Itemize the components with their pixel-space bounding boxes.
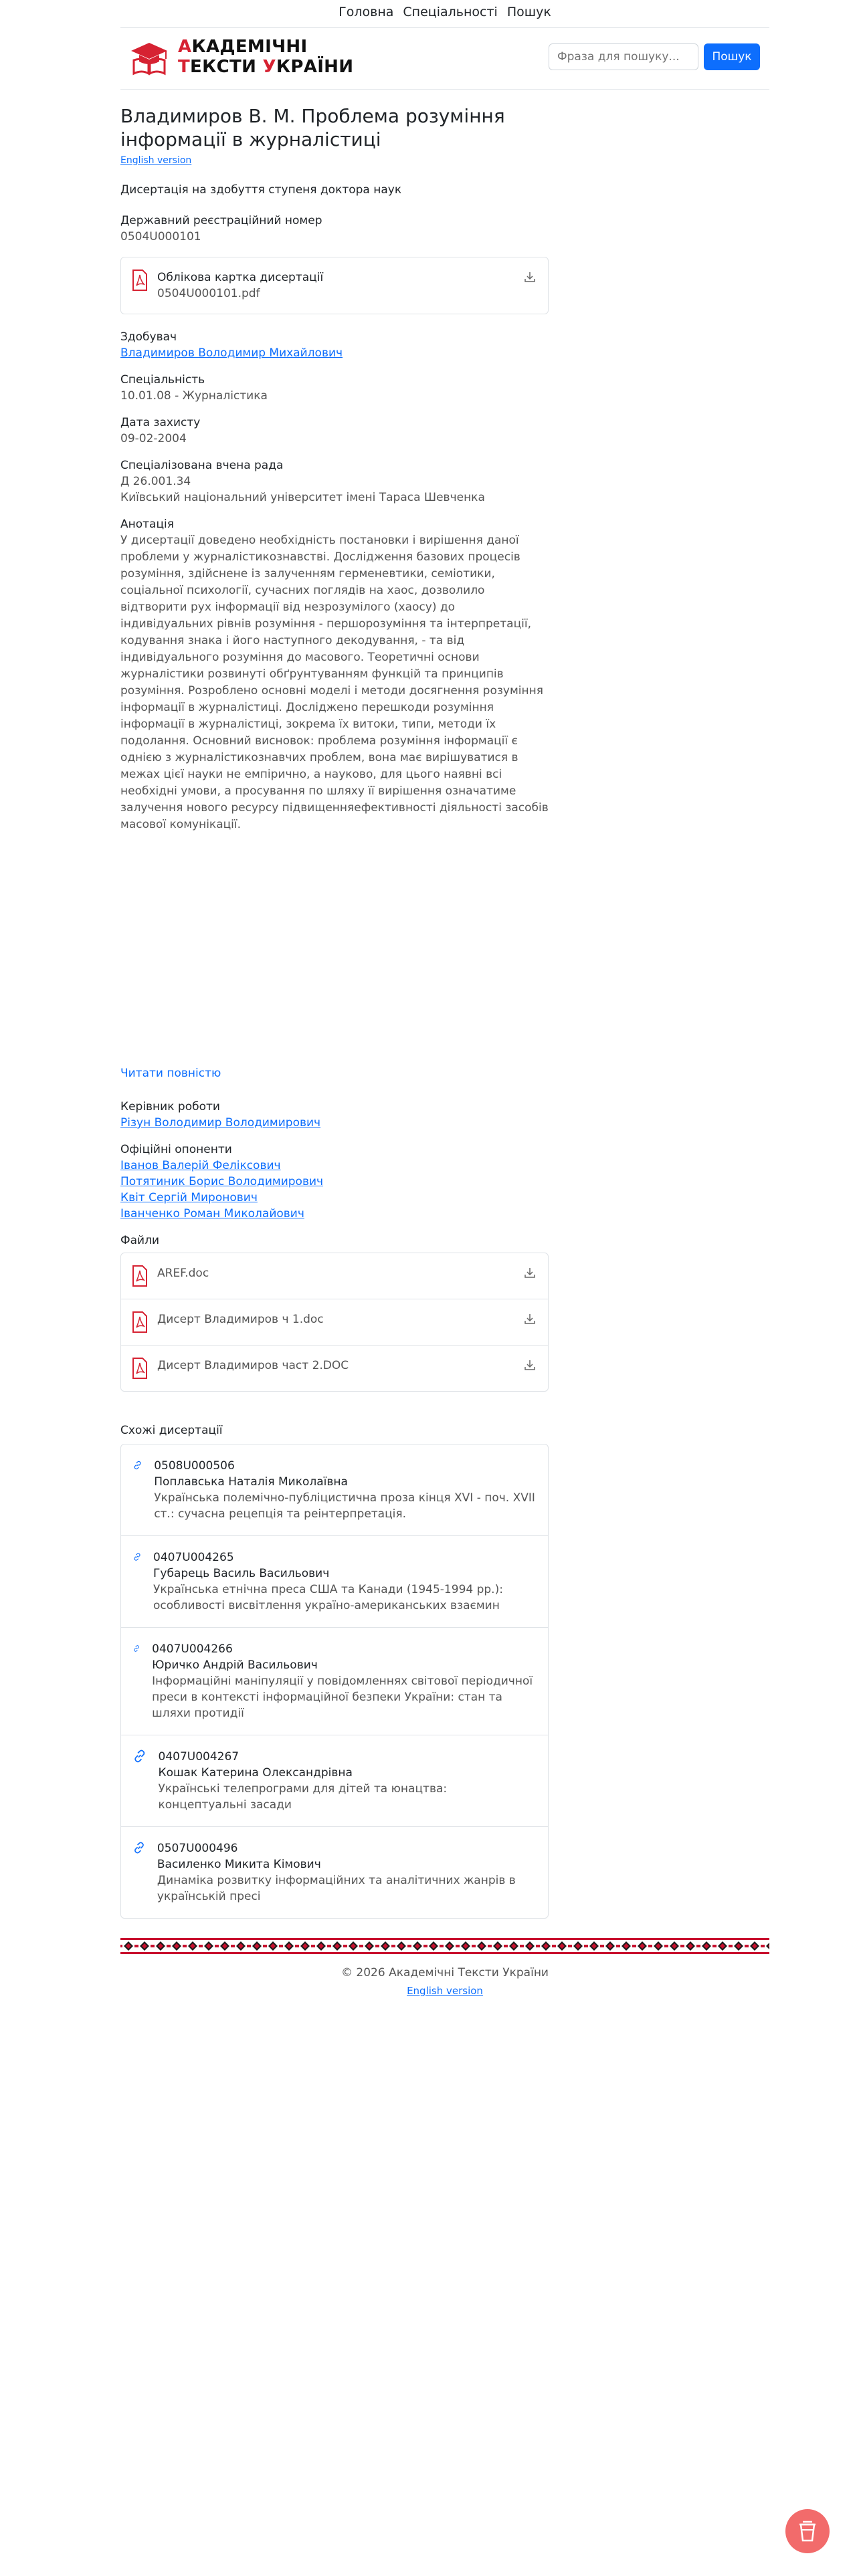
main-content: Владимиров В. М. Проблема розуміння інфо… [120,104,549,1919]
reg-number-label: Державний реєстраційний номер [120,214,322,227]
record-card-filename: 0504U000101.pdf [157,287,260,300]
similar-author: Поплавська Наталія Миколаївна [154,1475,348,1489]
download-icon[interactable] [524,1313,536,1325]
graduation-book-icon [131,43,167,76]
embroidery-ornament [120,1938,769,1954]
files-list: AREF.doc Дисерт Владимиров ч 1.doc Дисер… [120,1253,549,1392]
specialty-label: Спеціальність [120,373,205,387]
pdf-file-icon [132,270,147,291]
nav-search-link[interactable]: Пошук [507,5,551,19]
opponent-link[interactable]: Потятиник Борис Володимирович [120,1174,549,1190]
link-icon [134,1461,141,1470]
similar-code: 0407U004265 [153,1551,234,1564]
opponent-link[interactable]: Квіт Сергій Миронович [120,1190,549,1206]
similar-author: Василенко Микита Кімович [157,1858,321,1871]
link-icon [134,1842,144,1854]
similar-code: 0407U004267 [158,1750,240,1763]
opponents-label: Офіційні опоненти [120,1143,232,1156]
download-icon[interactable] [524,1267,536,1279]
pdf-file-icon [132,1265,147,1287]
similar-title: Українська полемічно-публіцистична проза… [154,1491,535,1521]
link-icon [134,1749,145,1763]
similar-item[interactable]: 0407U004266 Юричко Андрій Васильович Інфор… [121,1628,548,1735]
similar-title: Українські телепрограми для дітей та юна… [158,1782,448,1812]
similar-code: 0508U000506 [154,1459,235,1473]
file-name: AREF.doc [157,1267,209,1280]
opponents-list: Іванов Валерій Феліксович Потятиник Бори… [120,1158,549,1222]
search-button[interactable]: Пошук [704,43,760,70]
file-item[interactable]: Дисерт Владимиров ч 1.doc [121,1299,548,1346]
pdf-file-icon [132,1358,147,1379]
search-form: Пошук [549,43,760,70]
opponent-link[interactable]: Іванченко Роман Миколайович [120,1206,549,1222]
link-icon [134,1645,140,1652]
english-version-link[interactable]: English version [120,155,191,166]
similar-title: Українська етнічна преса США та Канади (… [153,1583,503,1612]
footer-copyright: © 2026 Академічні Тексти України [341,1966,549,1979]
similar-item[interactable]: 0507U000496 Василенко Микита Кімович Динам… [121,1827,548,1918]
nav-specialties-link[interactable]: Спеціальності [403,5,497,19]
similar-item[interactable]: 0407U004267 Кошак Катерина Олександрівна У… [121,1735,548,1827]
file-item[interactable]: Дисерт Владимиров част 2.DOC [121,1346,548,1391]
site-footer: © 2026 Академічні Тексти України English… [120,1966,769,1997]
similar-code: 0507U000496 [157,1842,238,1855]
council-label: Спеціалізована вчена рада [120,459,284,472]
similar-code: 0407U004266 [152,1642,233,1656]
download-icon[interactable] [524,1359,536,1371]
degree-text: Дисертація на здобуття ступеня доктора н… [120,183,402,197]
supervisor-label: Керівник роботи [120,1100,220,1113]
similar-author: Кошак Катерина Олександрівна [158,1766,353,1780]
similar-author: Губарець Василь Васильович [153,1567,330,1580]
similar-item[interactable]: 0508U000506 Поплавська Наталія Миколаївна… [121,1444,548,1536]
specialty-value: 10.01.08 - Журналістика [120,389,268,403]
similar-title: Динаміка розвитку інформаційних та аналі… [157,1874,516,1903]
logo-text: АКАДЕМІЧНІ ТЕКСТИ УКРАЇНИ [178,37,354,77]
similar-author: Юричко Андрій Васильович [152,1658,318,1672]
abstract-text: У дисертації доведено необхідність поста… [120,534,549,831]
coffee-cup-icon [799,2520,816,2542]
similar-list: 0508U000506 Поплавська Наталія Миколаївна… [120,1444,549,1919]
similar-item[interactable]: 0407U004265 Губарець Василь Васильович Укр… [121,1536,548,1628]
council-code: Д 26.001.34 [120,475,191,488]
files-label: Файли [120,1234,160,1247]
file-item[interactable]: AREF.doc [121,1253,548,1299]
site-header: АКАДЕМІЧНІ ТЕКСТИ УКРАЇНИ Пошук [120,28,769,90]
coffee-fab-button[interactable] [785,2509,830,2553]
file-name: Дисерт Владимиров ч 1.doc [157,1313,324,1326]
applicant-label: Здобувач [120,330,177,344]
link-icon [134,1553,140,1561]
top-nav: Головна Спеціальності Пошук [120,0,769,28]
defense-date-value: 09-02-2004 [120,432,187,445]
supervisor-link[interactable]: Різун Володимир Володимирович [120,1116,320,1130]
council-university: Київський національний університет імені… [120,491,485,504]
reg-number-value: 0504U000101 [120,230,201,243]
record-card-file[interactable]: Облікова картка дисертації 0504U000101.p… [121,257,548,314]
record-card: Облікова картка дисертації 0504U000101.p… [120,257,549,314]
site-logo[interactable]: АКАДЕМІЧНІ ТЕКСТИ УКРАЇНИ [128,36,353,78]
similar-title: Інформаційні маніпуляції у повідомленнях… [152,1675,533,1720]
record-card-title: Облікова картка дисертації [157,271,324,284]
search-input[interactable] [549,43,698,70]
download-icon[interactable] [524,271,536,283]
applicant-link[interactable]: Владимиров Володимир Михайлович [120,346,343,360]
similar-label: Схожі дисертації [120,1424,223,1437]
abstract-label: Анотація [120,518,174,531]
defense-date-label: Дата захисту [120,416,201,429]
file-name: Дисерт Владимиров част 2.DOC [157,1359,349,1372]
nav-home-link[interactable]: Головна [339,5,393,19]
read-more-link[interactable]: Читати повністю [120,1065,549,1081]
page-title: Владимиров В. М. Проблема розуміння інфо… [120,105,505,150]
footer-english-link[interactable]: English version [407,1985,483,1997]
opponent-link[interactable]: Іванов Валерій Феліксович [120,1158,549,1174]
pdf-file-icon [132,1311,147,1333]
